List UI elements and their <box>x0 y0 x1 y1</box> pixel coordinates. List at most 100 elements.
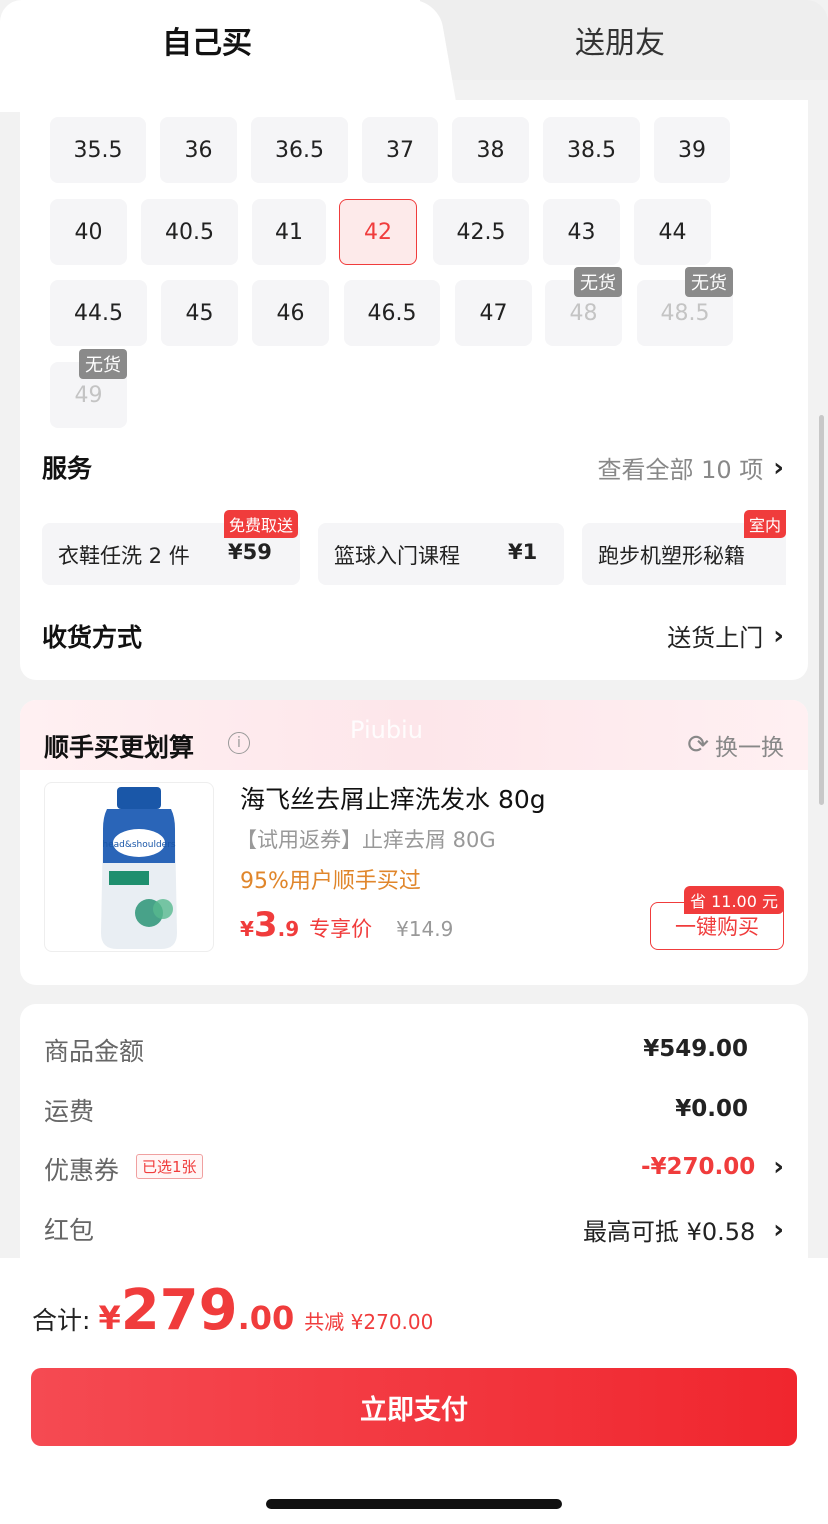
size-option-label: 39 <box>678 137 706 163</box>
size-option-46[interactable]: 46 <box>252 280 329 346</box>
size-option-42-5[interactable]: 42.5 <box>433 199 529 265</box>
size-option-label: 40.5 <box>165 219 214 245</box>
size-option-label: 47 <box>479 300 508 326</box>
services-view-all[interactable]: 查看全部 10 项 › <box>597 450 784 485</box>
coupon-row-action[interactable]: -¥270.00 › <box>641 1152 784 1182</box>
size-option-label: 41 <box>275 219 303 245</box>
size-option-label: 46 <box>276 300 305 326</box>
out-of-stock-badge: 无货 <box>685 267 733 297</box>
red-packet-value: 最高可抵 ¥0.58 <box>582 1218 756 1246</box>
product-options-card: 35.5 36 36.5 37 38 38.5 39 40 40.5 41 42 42.5 43 44 44… <box>20 100 808 680</box>
product-subtitle: 【试用返券】止痒去屑 80G <box>236 828 496 852</box>
size-option-38-5[interactable]: 38.5 <box>543 117 640 183</box>
price-integer: 3 <box>253 905 278 945</box>
red-packet-label: 红包 <box>44 1216 95 1245</box>
size-option-label: 36 <box>184 137 213 163</box>
size-option-48-5[interactable]: 48.5 无货 <box>637 267 733 346</box>
size-option-35-5[interactable]: 35.5 <box>50 117 146 183</box>
save-badge: 省 11.00 元 <box>684 886 784 914</box>
size-option-46-5[interactable]: 46.5 <box>344 280 440 346</box>
product-title[interactable]: 海飞丝去屑止痒洗发水 80g <box>240 780 546 816</box>
service-name: 衣鞋任洗 2 件 <box>58 544 190 568</box>
size-option-37[interactable]: 37 <box>362 117 438 183</box>
size-option-label: 43 <box>567 219 596 245</box>
shipping-value: ¥0.00 <box>675 1096 748 1122</box>
delivery-method-value: 送货上门 <box>667 624 764 652</box>
product-users-stat: 95%用户顺手买过 <box>240 869 421 894</box>
purchase-mode-tabs: 自己买 送朋友 <box>0 0 828 112</box>
size-option-label: 42.5 <box>456 219 506 245</box>
services-title: 服务 <box>42 454 93 483</box>
addon-card: Piubiu 顺手买更划算 i ⟳ 换一换 head&shoulders 海飞丝… <box>20 700 808 985</box>
chevron-right-icon: › <box>773 1214 784 1245</box>
chevron-right-icon: › <box>773 620 784 651</box>
size-option-38[interactable]: 38 <box>452 117 529 183</box>
size-option-40-5[interactable]: 40.5 <box>141 199 238 265</box>
tab-self-buy-label[interactable]: 自己买 <box>162 18 252 62</box>
size-option-44-5[interactable]: 44.5 <box>50 280 147 346</box>
size-option-label: 44 <box>658 219 687 245</box>
scrollbar[interactable] <box>819 415 824 805</box>
price-currency: ¥ <box>240 917 254 941</box>
tab-gift-label[interactable]: 送朋友 <box>575 18 665 62</box>
service-badge: 免费取送 <box>223 510 298 538</box>
size-option-49[interactable]: 49 无货 <box>50 349 127 428</box>
swap-label: 换一换 <box>715 735 784 761</box>
chevron-right-icon: › <box>773 1152 784 1182</box>
service-name: 篮球入门课程 <box>334 544 460 568</box>
swap-button[interactable]: ⟳ 换一换 <box>687 728 784 762</box>
size-option-47[interactable]: 47 <box>455 280 532 346</box>
home-indicator[interactable] <box>266 1499 562 1509</box>
chevron-right-icon: › <box>773 452 784 483</box>
svg-text:head&shoulders: head&shoulders <box>102 840 176 850</box>
total-label: 合计: <box>32 1306 91 1335</box>
product-image[interactable]: head&shoulders <box>44 782 214 952</box>
size-option-40[interactable]: 40 <box>50 199 127 265</box>
size-option-36-5[interactable]: 36.5 <box>251 117 348 183</box>
size-option-42[interactable]: 42 <box>339 199 417 265</box>
info-icon[interactable]: i <box>228 732 250 754</box>
total-currency: ¥ <box>98 1299 121 1337</box>
total-integer: 279 <box>120 1278 238 1343</box>
size-option-label: 40 <box>74 219 103 245</box>
size-option-44[interactable]: 44 <box>634 199 711 265</box>
delivery-title: 收货方式 <box>42 623 143 652</box>
pay-now-button[interactable]: 立即支付 <box>31 1368 797 1446</box>
size-option-label: 49 <box>74 382 103 408</box>
price-decimal: .9 <box>277 917 300 941</box>
service-item-treadmill[interactable]: 跑步机塑形秘籍 室内 <box>582 510 786 585</box>
coupon-selected-tag: 已选1张 <box>136 1154 203 1179</box>
delivery-method[interactable]: 送货上门 › <box>667 618 784 653</box>
shampoo-bottle-image: head&shoulders <box>101 787 177 949</box>
product-price: ¥ 3 .9 专享价 ¥14.9 <box>240 905 453 945</box>
size-option-label: 44.5 <box>74 300 123 326</box>
size-option-label: 38.5 <box>567 137 616 163</box>
size-option-label: 46.5 <box>367 300 417 326</box>
service-badge: 室内 <box>743 510 786 538</box>
total-amount: 合计: ¥ 279 .00 共减 ¥270.00 <box>32 1278 433 1343</box>
size-option-label: 48 <box>569 300 598 326</box>
shipping-label: 运费 <box>44 1097 95 1126</box>
service-item-basketball[interactable]: 篮球入门课程 ¥1 <box>318 523 564 585</box>
service-item-laundry[interactable]: 衣鞋任洗 2 件 ¥59 免费取送 <box>42 510 300 585</box>
watermark: Piubiu <box>350 716 423 744</box>
total-savings: 共减 ¥270.00 <box>304 1310 434 1334</box>
size-option-45[interactable]: 45 <box>161 280 238 346</box>
size-option-43[interactable]: 43 <box>543 199 620 265</box>
refresh-icon: ⟳ <box>687 730 709 760</box>
out-of-stock-badge: 无货 <box>79 349 127 379</box>
out-of-stock-badge: 无货 <box>574 267 622 297</box>
size-option-label: 37 <box>386 137 414 163</box>
size-option-39[interactable]: 39 <box>654 117 730 183</box>
service-price: ¥1 <box>508 540 538 564</box>
services-view-all-label: 查看全部 10 项 <box>597 456 764 484</box>
size-option-41[interactable]: 41 <box>252 199 326 265</box>
addon-title: 顺手买更划算 <box>44 733 195 762</box>
checkout-bar: 合计: ¥ 279 .00 共减 ¥270.00 立即支付 <box>0 1258 828 1524</box>
red-packet-row-action[interactable]: 最高可抵 ¥0.58 › <box>583 1212 784 1247</box>
size-option-label: 36.5 <box>275 137 324 163</box>
size-option-48[interactable]: 48 无货 <box>545 267 622 346</box>
size-option-label: 35.5 <box>73 137 123 163</box>
size-option-36[interactable]: 36 <box>160 117 237 183</box>
size-option-label: 48.5 <box>660 300 710 326</box>
